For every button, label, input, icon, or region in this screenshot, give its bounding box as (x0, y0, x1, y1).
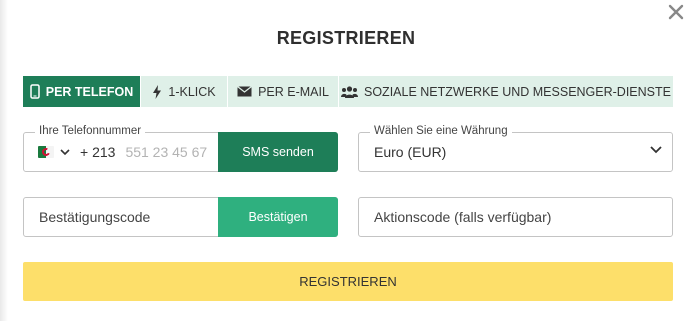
lightning-icon (153, 84, 162, 99)
currency-select[interactable]: Wählen Sie eine Währung Euro (EUR) (358, 125, 673, 172)
chevron-down-icon (650, 146, 662, 154)
promo-field (358, 197, 673, 237)
tab-label: 1-KLICK (168, 84, 216, 99)
tab-label: SOZIALE NETZWERKE UND MESSENGER-DIENSTE (364, 84, 671, 99)
dial-code: + 213 (80, 144, 116, 160)
tab-label: PER TELEFON (45, 84, 134, 99)
phone-icon (29, 84, 40, 99)
tab-label: PER E-MAIL (258, 84, 329, 99)
sms-send-button[interactable]: SMS senden (218, 132, 338, 172)
users-icon (341, 85, 358, 98)
algeria-flag-icon[interactable] (38, 146, 54, 158)
chevron-down-icon[interactable] (60, 148, 70, 156)
registration-tabs: PER TELEFON 1-KLICK PER E-MAIL SOZIALE N… (23, 76, 673, 107)
currency-legend: Wählen Sie eine Währung (370, 125, 512, 137)
confirmation-field: Bestätigen (23, 197, 338, 237)
phone-input[interactable] (125, 144, 216, 160)
envelope-icon (237, 86, 252, 97)
confirmation-code-input[interactable] (39, 209, 209, 225)
currency-value: Euro (EUR) (374, 144, 447, 160)
tab-soziale-netzwerke[interactable]: SOZIALE NETZWERKE UND MESSENGER-DIENSTE (339, 76, 673, 107)
confirm-button[interactable]: Bestätigen (218, 197, 338, 237)
phone-field: Ihre Telefonnummer + 213 SMS senden (23, 125, 338, 172)
dialog-title: REGISTRIEREN (276, 28, 416, 48)
phone-legend: Ihre Telefonnummer (35, 125, 146, 137)
tab-per-e-mail[interactable]: PER E-MAIL (228, 76, 339, 107)
tab-per-telefon[interactable]: PER TELEFON (23, 76, 141, 107)
close-icon[interactable] (666, 2, 686, 22)
promo-code-input[interactable] (374, 209, 654, 225)
tab-1-klick[interactable]: 1-KLICK (141, 76, 228, 107)
register-button[interactable]: REGISTRIEREN (23, 262, 673, 301)
